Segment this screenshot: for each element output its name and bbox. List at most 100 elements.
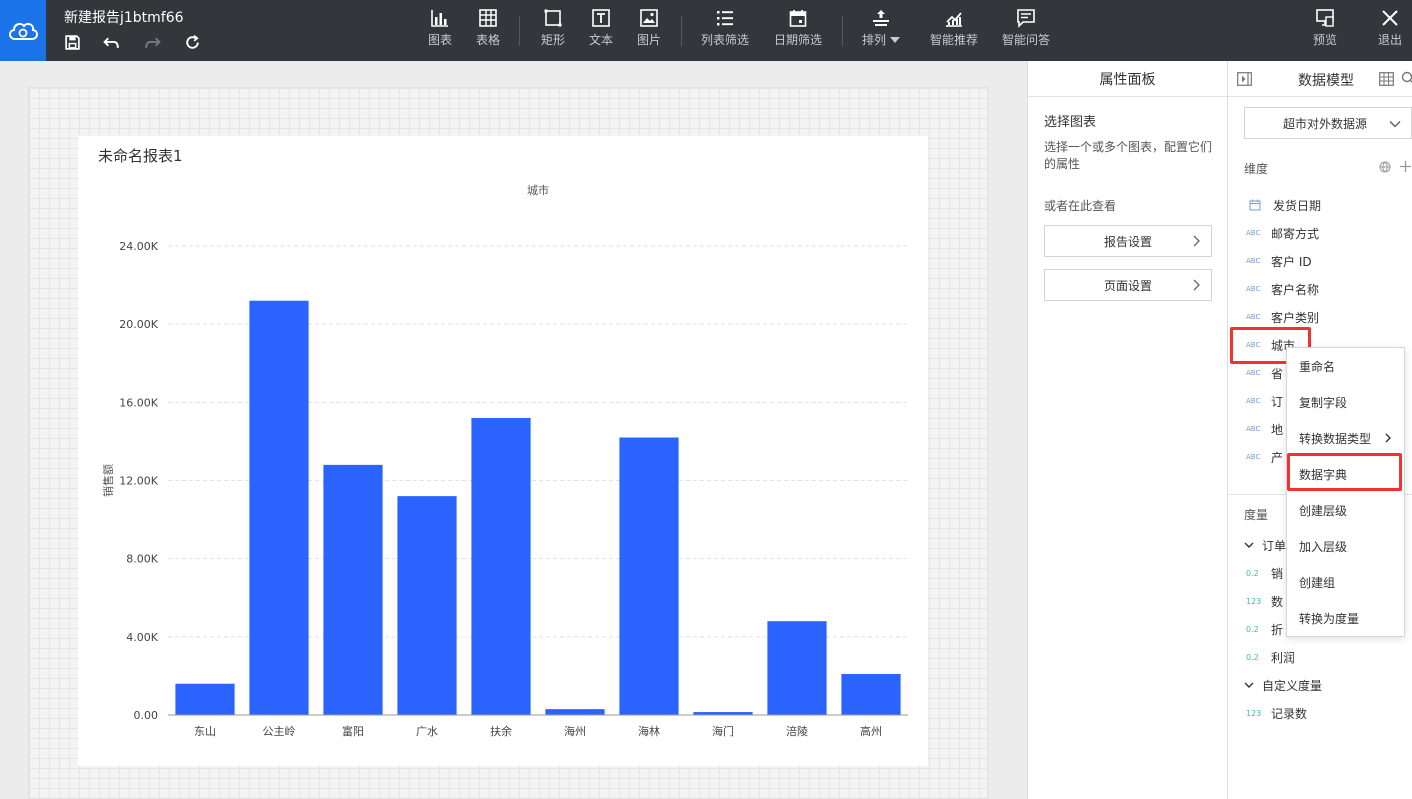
x-tick-label: 海林 (638, 724, 660, 738)
refresh-button[interactable] (182, 32, 202, 52)
menu-item-add-to-hierarchy[interactable]: 加入层级 (1287, 528, 1404, 564)
grid-view-icon[interactable] (1379, 72, 1394, 86)
chevron-right-icon (1193, 279, 1200, 291)
tool-image[interactable]: 图片 (637, 8, 661, 48)
dimension-field[interactable]: 发货日期 (1246, 195, 1321, 215)
dimension-field[interactable]: ABC 地 (1246, 419, 1283, 439)
tool-date-filter[interactable]: 日期筛选 (774, 8, 822, 48)
report-settings-button[interactable]: 报告设置 (1044, 225, 1212, 257)
menu-item-rename[interactable]: 重命名 (1287, 348, 1404, 384)
globe-icon[interactable] (1379, 161, 1391, 173)
dimension-field[interactable]: ABC 客户 ID (1246, 251, 1312, 271)
text-type-icon: ABC (1246, 341, 1261, 349)
measure-section-label: 度量 (1244, 508, 1269, 522)
search-icon[interactable] (1401, 71, 1412, 86)
datasource-select[interactable]: 超市对外数据源 (1244, 107, 1412, 139)
tool-text[interactable]: 文本 (589, 8, 613, 48)
dimension-field[interactable]: ABC 客户名称 (1246, 279, 1319, 299)
menu-item-convert-to-measure[interactable]: 转换为度量 (1287, 600, 1404, 636)
bar[interactable] (471, 417, 531, 715)
collapse-panel-icon[interactable] (1237, 72, 1252, 86)
x-tick-label: 广水 (416, 725, 438, 738)
measure-field-name: 记录数 (1271, 706, 1308, 721)
y-tick-label: 4.00K (126, 631, 158, 644)
menu-item-convert-type[interactable]: 转换数据类型 (1287, 420, 1404, 456)
menu-item-copy-field[interactable]: 复制字段 (1287, 384, 1404, 420)
chevron-down-icon (1389, 121, 1401, 128)
preview-label: 预览 (1313, 33, 1338, 47)
chevron-right-icon (1193, 235, 1200, 247)
property-panel-subtitle: 选择图表 (1044, 115, 1097, 130)
bar[interactable] (841, 673, 901, 715)
decimal-type-icon: 0.2 (1246, 652, 1259, 662)
x-tick-label: 东山 (194, 725, 216, 738)
tool-rectangle-label: 矩形 (541, 33, 566, 47)
measure-field-name: 数 (1271, 594, 1284, 609)
tool-date-filter-label: 日期筛选 (774, 33, 823, 47)
property-panel-or-text: 或者在此查看 (1044, 199, 1117, 213)
tool-list-filter-label: 列表筛选 (701, 33, 750, 47)
bar[interactable] (175, 683, 235, 715)
measure-field[interactable]: 123 记录数 (1246, 703, 1307, 723)
dimension-field-name: 客户名称 (1271, 282, 1320, 297)
menu-item-create-group[interactable]: 创建组 (1287, 564, 1404, 600)
x-tick-label: 富阳 (342, 724, 364, 738)
tool-arrange[interactable]: 排列 (862, 8, 900, 48)
y-tick-label: 20.00K (119, 318, 158, 331)
tool-table[interactable]: 表格 (476, 8, 500, 48)
dimension-field-name: 邮寄方式 (1271, 226, 1320, 241)
chevron-down-icon (1244, 542, 1254, 548)
exit-label: 退出 (1378, 33, 1403, 47)
bar[interactable] (397, 496, 457, 715)
property-panel-title: 属性面板 (1028, 61, 1227, 97)
document-title[interactable]: 新建报告j1btmf66 (64, 7, 184, 27)
preview-button[interactable]: 预览 (1313, 8, 1337, 48)
dimension-field[interactable]: ABC 订 (1246, 391, 1283, 411)
measure-field[interactable]: 123 数 (1246, 591, 1283, 611)
integer-type-icon: 123 (1246, 708, 1262, 718)
tool-rectangle[interactable]: 矩形 (541, 8, 565, 48)
menu-item-data-dictionary[interactable]: 数据字典 (1287, 456, 1404, 492)
bar[interactable] (545, 709, 605, 715)
chart-widget-title[interactable]: 未命名报表1 (98, 145, 183, 166)
page-settings-button[interactable]: 页面设置 (1044, 269, 1212, 301)
x-tick-label: 海州 (564, 724, 586, 738)
measure-field[interactable]: 0.2 利润 (1246, 647, 1295, 667)
dimension-field[interactable]: ABC 邮寄方式 (1246, 223, 1319, 243)
tool-smart-recommend-label: 智能推荐 (930, 33, 979, 47)
dimension-field[interactable]: ABC 省 (1246, 363, 1283, 383)
bar[interactable] (323, 464, 383, 715)
y-tick-label: 0.00 (134, 709, 159, 722)
bar[interactable] (619, 437, 679, 715)
property-panel: 属性面板 选择图表 选择一个或多个图表，配置它们的属性 或者在此查看 报告设置 … (1027, 61, 1227, 799)
dimension-field[interactable]: ABC 产 (1246, 447, 1283, 467)
menu-item-create-hierarchy[interactable]: 创建层级 (1287, 492, 1404, 528)
save-button[interactable] (62, 32, 82, 52)
tool-chart[interactable]: 图表 (428, 8, 452, 48)
redo-button[interactable] (142, 32, 162, 52)
dimension-field-name: 产 (1271, 450, 1284, 465)
dimension-field-name: 客户类别 (1271, 310, 1320, 325)
text-type-icon: ABC (1246, 453, 1261, 461)
chart-title: 城市 (527, 183, 549, 197)
tool-list-filter[interactable]: 列表筛选 (701, 8, 749, 48)
tool-smart-qa[interactable]: 智能问答 (1002, 8, 1050, 48)
tool-chart-label: 图表 (428, 33, 453, 47)
bar[interactable] (767, 621, 827, 715)
undo-button[interactable] (101, 32, 121, 52)
bar-chart[interactable]: 城市销售额 0.00 4.00K 8.00K 12.00K 16.00K 20.00K 24.… (78, 170, 928, 750)
tool-smart-recommend[interactable]: 智能推荐 (930, 8, 978, 48)
undo-icon (102, 37, 119, 48)
measure-field[interactable]: 0.2 销 (1246, 563, 1283, 583)
bar[interactable] (249, 300, 309, 715)
datasource-selected: 超市对外数据源 (1283, 116, 1368, 131)
dimension-field[interactable]: ABC 客户类别 (1246, 307, 1319, 327)
measure-group-name: 自定义度量 (1262, 678, 1323, 693)
add-dimension-icon[interactable] (1399, 160, 1412, 173)
measure-field[interactable]: 0.2 折 (1246, 619, 1283, 639)
app-logo[interactable] (0, 0, 46, 61)
measure-group[interactable]: 订单 (1244, 535, 1286, 555)
arrange-icon (872, 10, 889, 26)
measure-group[interactable]: 自定义度量 (1244, 675, 1322, 695)
exit-button[interactable]: 退出 (1378, 8, 1402, 48)
